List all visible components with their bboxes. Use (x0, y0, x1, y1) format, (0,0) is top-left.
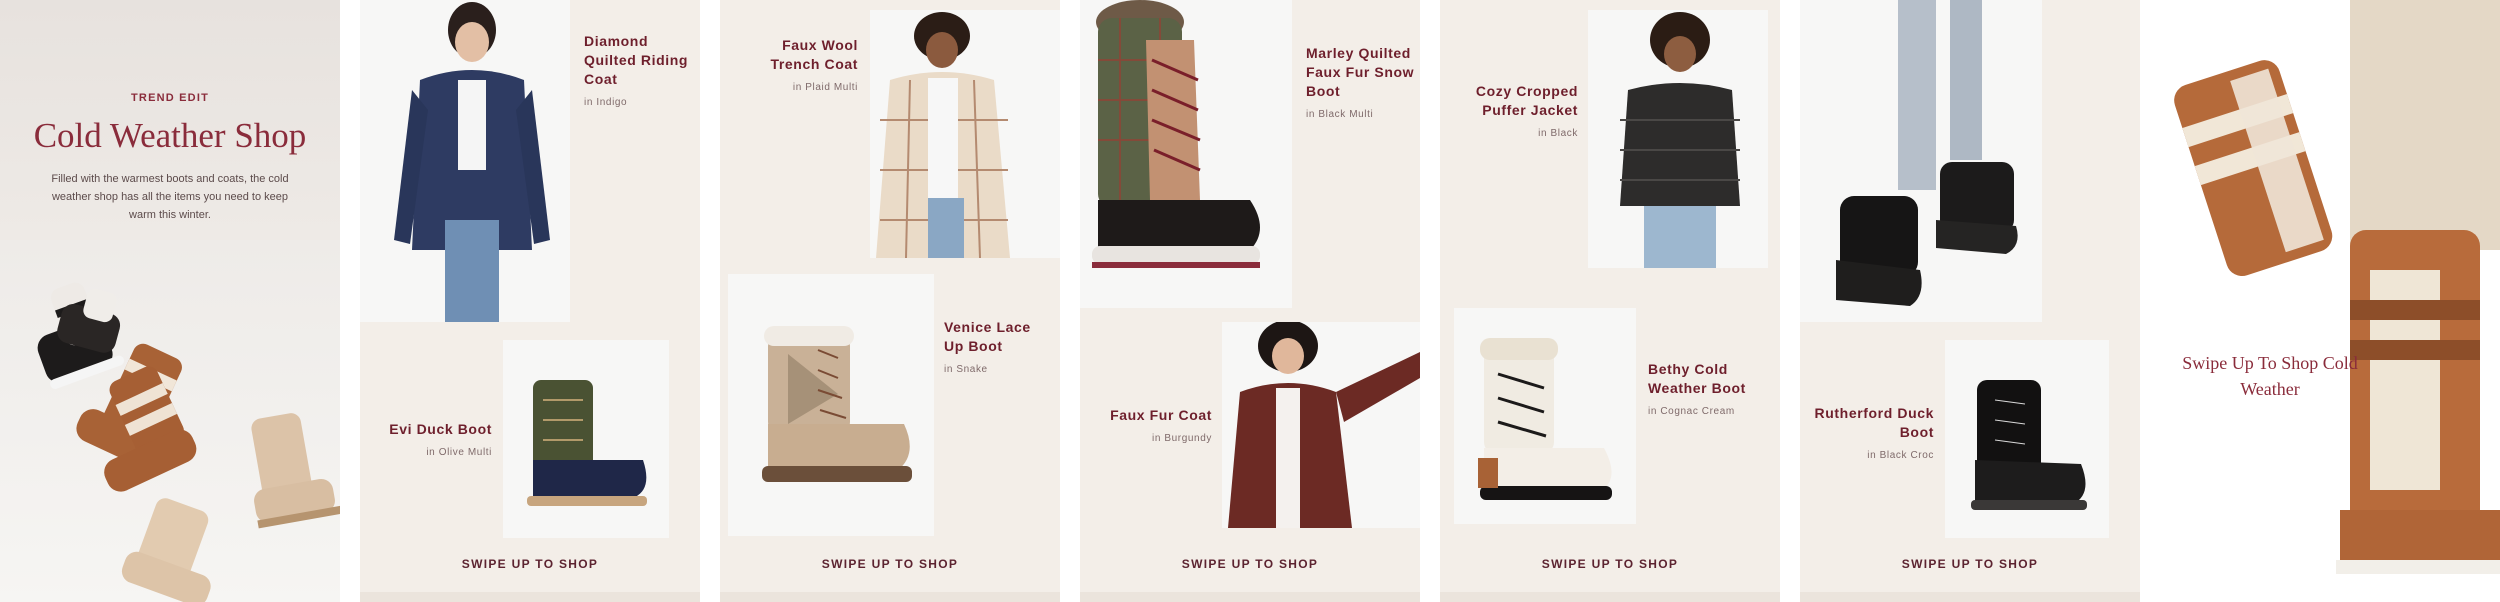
product-panel-3: Marley Quilted Faux Fur Snow Boot in Bla… (1080, 0, 1420, 602)
boot-photo-icon (762, 326, 912, 482)
product-color: in Indigo (584, 97, 628, 108)
product-name[interactable]: Rutherford Duck Boot (1810, 404, 1934, 442)
panel-footer (1800, 592, 2140, 602)
product-caption-bottom: Evi Duck Boot in Olive Multi (370, 420, 492, 458)
swipe-up-cta[interactable]: SWIPE UP TO SHOP (360, 557, 700, 571)
hero-eyebrow: TREND EDIT (131, 92, 209, 104)
hero-description: Filled with the warmest boots and coats,… (51, 173, 289, 221)
product-caption-top: Faux Wool Trench Coat in Plaid Multi (740, 36, 858, 93)
panel-footer (1440, 592, 1780, 602)
panel-footer (720, 592, 1060, 602)
swipe-up-cta[interactable]: SWIPE UP TO SHOP (1080, 557, 1420, 571)
product-panel-4: Cozy Cropped Puffer Jacket in Black Beth… (1440, 0, 1780, 602)
end-panel: Swipe Up To Shop Cold Weather (2160, 0, 2500, 602)
swipe-up-cta[interactable]: SWIPE UP TO SHOP (720, 557, 1060, 571)
product-panel-5: Rutherford Duck Boot in Black Croc SWIPE… (1800, 0, 2140, 602)
boot-photo-icon (1836, 0, 2018, 306)
product-color: in Black (1538, 128, 1578, 139)
hero-title: Cold Weather Shop (33, 116, 307, 155)
product-panel-2: Faux Wool Trench Coat in Plaid Multi Ven… (720, 0, 1060, 602)
product-color: in Olive Multi (426, 447, 492, 458)
product-name[interactable]: Diamond Quilted Riding Coat (584, 32, 694, 89)
product-tile-coat[interactable] (1222, 322, 1420, 528)
product-color: in Snake (944, 364, 988, 375)
panel-footer (360, 592, 700, 602)
product-color: in Cognac Cream (1648, 406, 1735, 417)
boot-photo-icon (1092, 0, 1260, 268)
coat-photo-icon (876, 12, 1010, 258)
product-caption-bottom: Venice Lace Up Boot in Snake (944, 318, 1054, 375)
end-swipe-text[interactable]: Swipe Up To Shop Cold Weather (2160, 350, 2380, 402)
product-caption-top: Cozy Cropped Puffer Jacket in Black (1448, 82, 1578, 139)
boots-pile-image (37, 282, 340, 602)
product-tile-boot[interactable] (728, 274, 934, 536)
product-caption-bottom: Faux Fur Coat in Burgundy (1090, 406, 1212, 444)
boots-closeup-image (2174, 0, 2500, 574)
story-strip: TREND EDIT Cold Weather Shop Filled with… (0, 0, 2500, 602)
swipe-up-cta[interactable]: SWIPE UP TO SHOP (1440, 557, 1780, 571)
boot-photo-icon (1971, 380, 2087, 510)
product-tile-boot[interactable] (1945, 340, 2109, 538)
product-tile-coat[interactable] (870, 10, 1060, 258)
product-tile-coat[interactable] (360, 0, 570, 322)
product-color: in Plaid Multi (792, 82, 858, 93)
product-color: in Burgundy (1152, 433, 1212, 444)
product-tile-boot[interactable] (1454, 308, 1636, 524)
product-name[interactable]: Venice Lace Up Boot (944, 318, 1054, 356)
hero-panel: TREND EDIT Cold Weather Shop Filled with… (0, 0, 340, 602)
product-name[interactable]: Faux Fur Coat (1090, 406, 1212, 425)
product-tile-coat[interactable] (1588, 10, 1768, 268)
product-name[interactable]: Cozy Cropped Puffer Jacket (1448, 82, 1578, 120)
product-caption-top: Diamond Quilted Riding Coat in Indigo (584, 32, 694, 108)
product-panel-1: Diamond Quilted Riding Coat in Indigo Ev… (360, 0, 700, 602)
product-name[interactable]: Bethy Cold Weather Boot (1648, 360, 1774, 398)
product-tile-boot[interactable] (1080, 0, 1292, 308)
coat-photo-icon (1228, 322, 1420, 528)
product-name[interactable]: Evi Duck Boot (370, 420, 492, 439)
coat-photo-icon (394, 2, 550, 322)
swipe-up-cta[interactable]: SWIPE UP TO SHOP (1800, 557, 2140, 571)
product-color: in Black Multi (1306, 109, 1374, 120)
boot-photo-icon (527, 380, 647, 506)
coat-photo-icon (1620, 12, 1740, 268)
product-caption-top: Marley Quilted Faux Fur Snow Boot in Bla… (1306, 44, 1420, 120)
boot-photo-icon (1478, 338, 1612, 500)
product-tile-boot[interactable] (503, 340, 669, 538)
product-name[interactable]: Faux Wool Trench Coat (740, 36, 858, 74)
product-caption-bottom: Bethy Cold Weather Boot in Cognac Cream (1648, 360, 1774, 417)
product-caption-bottom: Rutherford Duck Boot in Black Croc (1810, 404, 1934, 461)
product-tile-boot-lifestyle[interactable] (1800, 0, 2042, 322)
product-name[interactable]: Marley Quilted Faux Fur Snow Boot (1306, 44, 1420, 101)
product-color: in Black Croc (1867, 450, 1934, 461)
panel-footer (1080, 592, 1420, 602)
